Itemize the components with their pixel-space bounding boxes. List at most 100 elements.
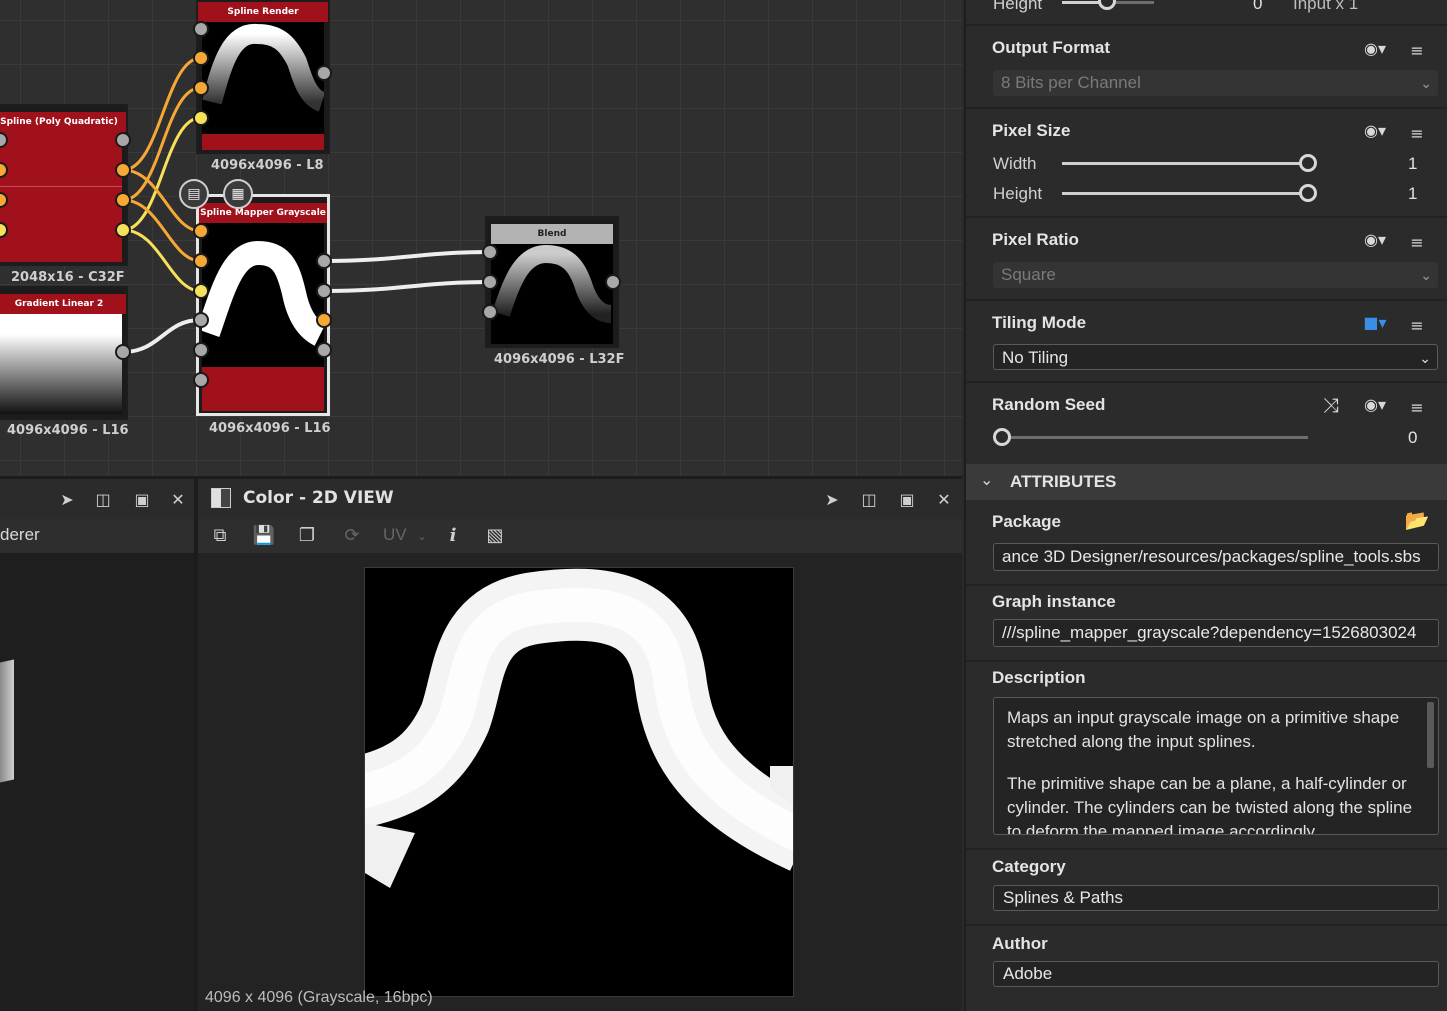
tiling-mode-dropdown[interactable]: No Tiling ⌄ (993, 344, 1438, 370)
copy-icon[interactable]: ❐ (293, 521, 321, 549)
save-icon[interactable]: 💾 (250, 521, 278, 549)
menu-icon[interactable]: ≡ (1402, 313, 1432, 337)
input-pin[interactable] (193, 223, 209, 239)
random-seed-slider-knob[interactable] (993, 428, 1011, 446)
node-spline-mapper-grayscale[interactable]: Spline Mapper Grayscale (196, 194, 330, 416)
input-pin[interactable] (193, 342, 209, 358)
height-label: Height (993, 184, 1043, 203)
folder-icon[interactable]: 📂 (1402, 508, 1432, 532)
input-pin[interactable] (193, 21, 209, 37)
inheritance-icon[interactable]: ◉▾ (1360, 118, 1390, 142)
graph-instance-title: Graph instance (992, 592, 1116, 611)
rendered-texture (364, 567, 794, 997)
output-pin[interactable] (316, 283, 332, 299)
close-icon[interactable]: ✕ (933, 488, 955, 510)
node-footer (202, 134, 324, 150)
tiling-inheritance-icon[interactable]: ■▾ (1360, 310, 1390, 334)
pixel-size-title: Pixel Size (992, 121, 1071, 140)
output-pin[interactable] (316, 342, 332, 358)
description-textarea[interactable]: Maps an input grayscale image on a primi… (993, 697, 1439, 835)
graph-instance-field[interactable]: ///spline_mapper_grayscale?dependency=15… (993, 619, 1439, 647)
output-pin[interactable] (316, 65, 332, 81)
output-pin[interactable] (316, 253, 332, 269)
output-pin[interactable] (115, 344, 131, 360)
maximize-icon[interactable]: ▣ (896, 488, 918, 510)
node-thumbnail (491, 244, 613, 344)
2d-viewport[interactable]: 4096 x 4096 (Grayscale, 16bpc) (198, 553, 962, 1011)
float-window-icon[interactable]: ◫ (858, 488, 880, 510)
inheritance-icon[interactable]: ◉▾ (1360, 36, 1390, 60)
scrollbar[interactable] (1427, 702, 1434, 768)
attributes-section-header[interactable]: ⌄ ATTRIBUTES (966, 464, 1447, 500)
separator (966, 381, 1447, 383)
uv-dropdown[interactable]: UV ⌄ (383, 525, 427, 545)
node-thumbnail (0, 132, 122, 262)
output-pin[interactable] (316, 312, 332, 328)
menu-icon[interactable]: ≡ (1402, 121, 1432, 145)
node-title: Spline Mapper Grayscale (199, 203, 327, 223)
node-graph[interactable]: Spline Render 4096x4096 - L8 Spline (Pol… (0, 0, 962, 476)
checker-icon[interactable]: ▦ (223, 179, 253, 209)
inheritance-icon[interactable]: ◉▾ (1360, 392, 1390, 416)
output-format-value: 8 Bits per Channel (1001, 73, 1141, 92)
3d-object (0, 659, 14, 783)
maximize-icon[interactable]: ▣ (131, 488, 153, 510)
slider-knob[interactable] (1098, 0, 1116, 10)
pin-icon[interactable]: ➤ (821, 488, 843, 510)
output-pin[interactable] (115, 162, 131, 178)
separator (966, 216, 1447, 218)
3d-viewport[interactable] (0, 553, 196, 1011)
close-icon[interactable]: ✕ (167, 488, 189, 510)
separator (966, 24, 1447, 26)
height-label: Height (993, 0, 1043, 13)
category-field[interactable]: Splines & Paths (993, 885, 1439, 911)
input-pin[interactable] (193, 110, 209, 126)
input-pin[interactable] (482, 244, 498, 260)
height-slider-knob[interactable] (1299, 184, 1317, 202)
node-blend[interactable]: Blend (485, 216, 619, 348)
node-spline-render[interactable]: Spline Render (196, 0, 330, 154)
node-thumbnail (202, 223, 324, 367)
output-pin[interactable] (115, 192, 131, 208)
input-pin[interactable] (193, 372, 209, 388)
output-pin[interactable] (115, 222, 131, 238)
node-gradient-linear-2[interactable]: Gradient Linear 2 (0, 286, 128, 420)
node-spline-poly-quadratic[interactable]: Spline (Poly Quadratic) (0, 104, 128, 266)
description-paragraph-1: Maps an input grayscale image on a primi… (1007, 708, 1400, 751)
input-pin[interactable] (482, 274, 498, 290)
pin-icon[interactable]: ➤ (56, 488, 78, 510)
random-seed-slider-track[interactable] (1002, 436, 1308, 439)
separator (966, 107, 1447, 109)
refresh-icon[interactable]: ⟳ (338, 521, 366, 549)
input-pin[interactable] (193, 253, 209, 269)
menu-icon[interactable]: ≡ (1402, 395, 1432, 419)
menu-icon[interactable]: ≡ (1402, 230, 1432, 254)
info-icon[interactable]: i (439, 521, 467, 549)
author-field[interactable]: Adobe (993, 961, 1439, 987)
output-pin[interactable] (605, 274, 621, 290)
input-pin[interactable] (193, 283, 209, 299)
inheritance-icon[interactable]: ◉▾ (1360, 227, 1390, 251)
chevron-down-icon: ⌄ (980, 470, 994, 489)
graph-wires (121, 56, 492, 354)
input-pin[interactable] (193, 50, 209, 66)
shuffle-icon[interactable]: ⤨ (1316, 393, 1346, 417)
package-field[interactable]: ance 3D Designer/resources/packages/spli… (993, 543, 1439, 571)
pixel-ratio-title: Pixel Ratio (992, 230, 1079, 249)
document-icon[interactable]: ▤ (179, 179, 209, 209)
node-label-spline-render: 4096x4096 - L8 (211, 158, 324, 173)
float-window-icon[interactable]: ◫ (92, 488, 114, 510)
width-slider-knob[interactable] (1299, 154, 1317, 172)
random-seed-value: 0 (1408, 428, 1418, 447)
output-pin[interactable] (115, 132, 131, 148)
separator (966, 848, 1447, 850)
height-value: 0 (1253, 0, 1263, 13)
chevron-down-icon: ⌄ (1420, 75, 1432, 91)
2d-view-toolbar: ⧉ 💾 ❐ ⟳ UV ⌄ i ▧ (198, 519, 962, 553)
input-pin[interactable] (482, 304, 498, 320)
menu-icon[interactable]: ≡ (1402, 38, 1432, 62)
export-icon[interactable]: ⧉ (206, 521, 234, 549)
input-pin[interactable] (193, 312, 209, 328)
histogram-icon[interactable]: ▧ (481, 521, 509, 549)
input-pin[interactable] (193, 80, 209, 96)
